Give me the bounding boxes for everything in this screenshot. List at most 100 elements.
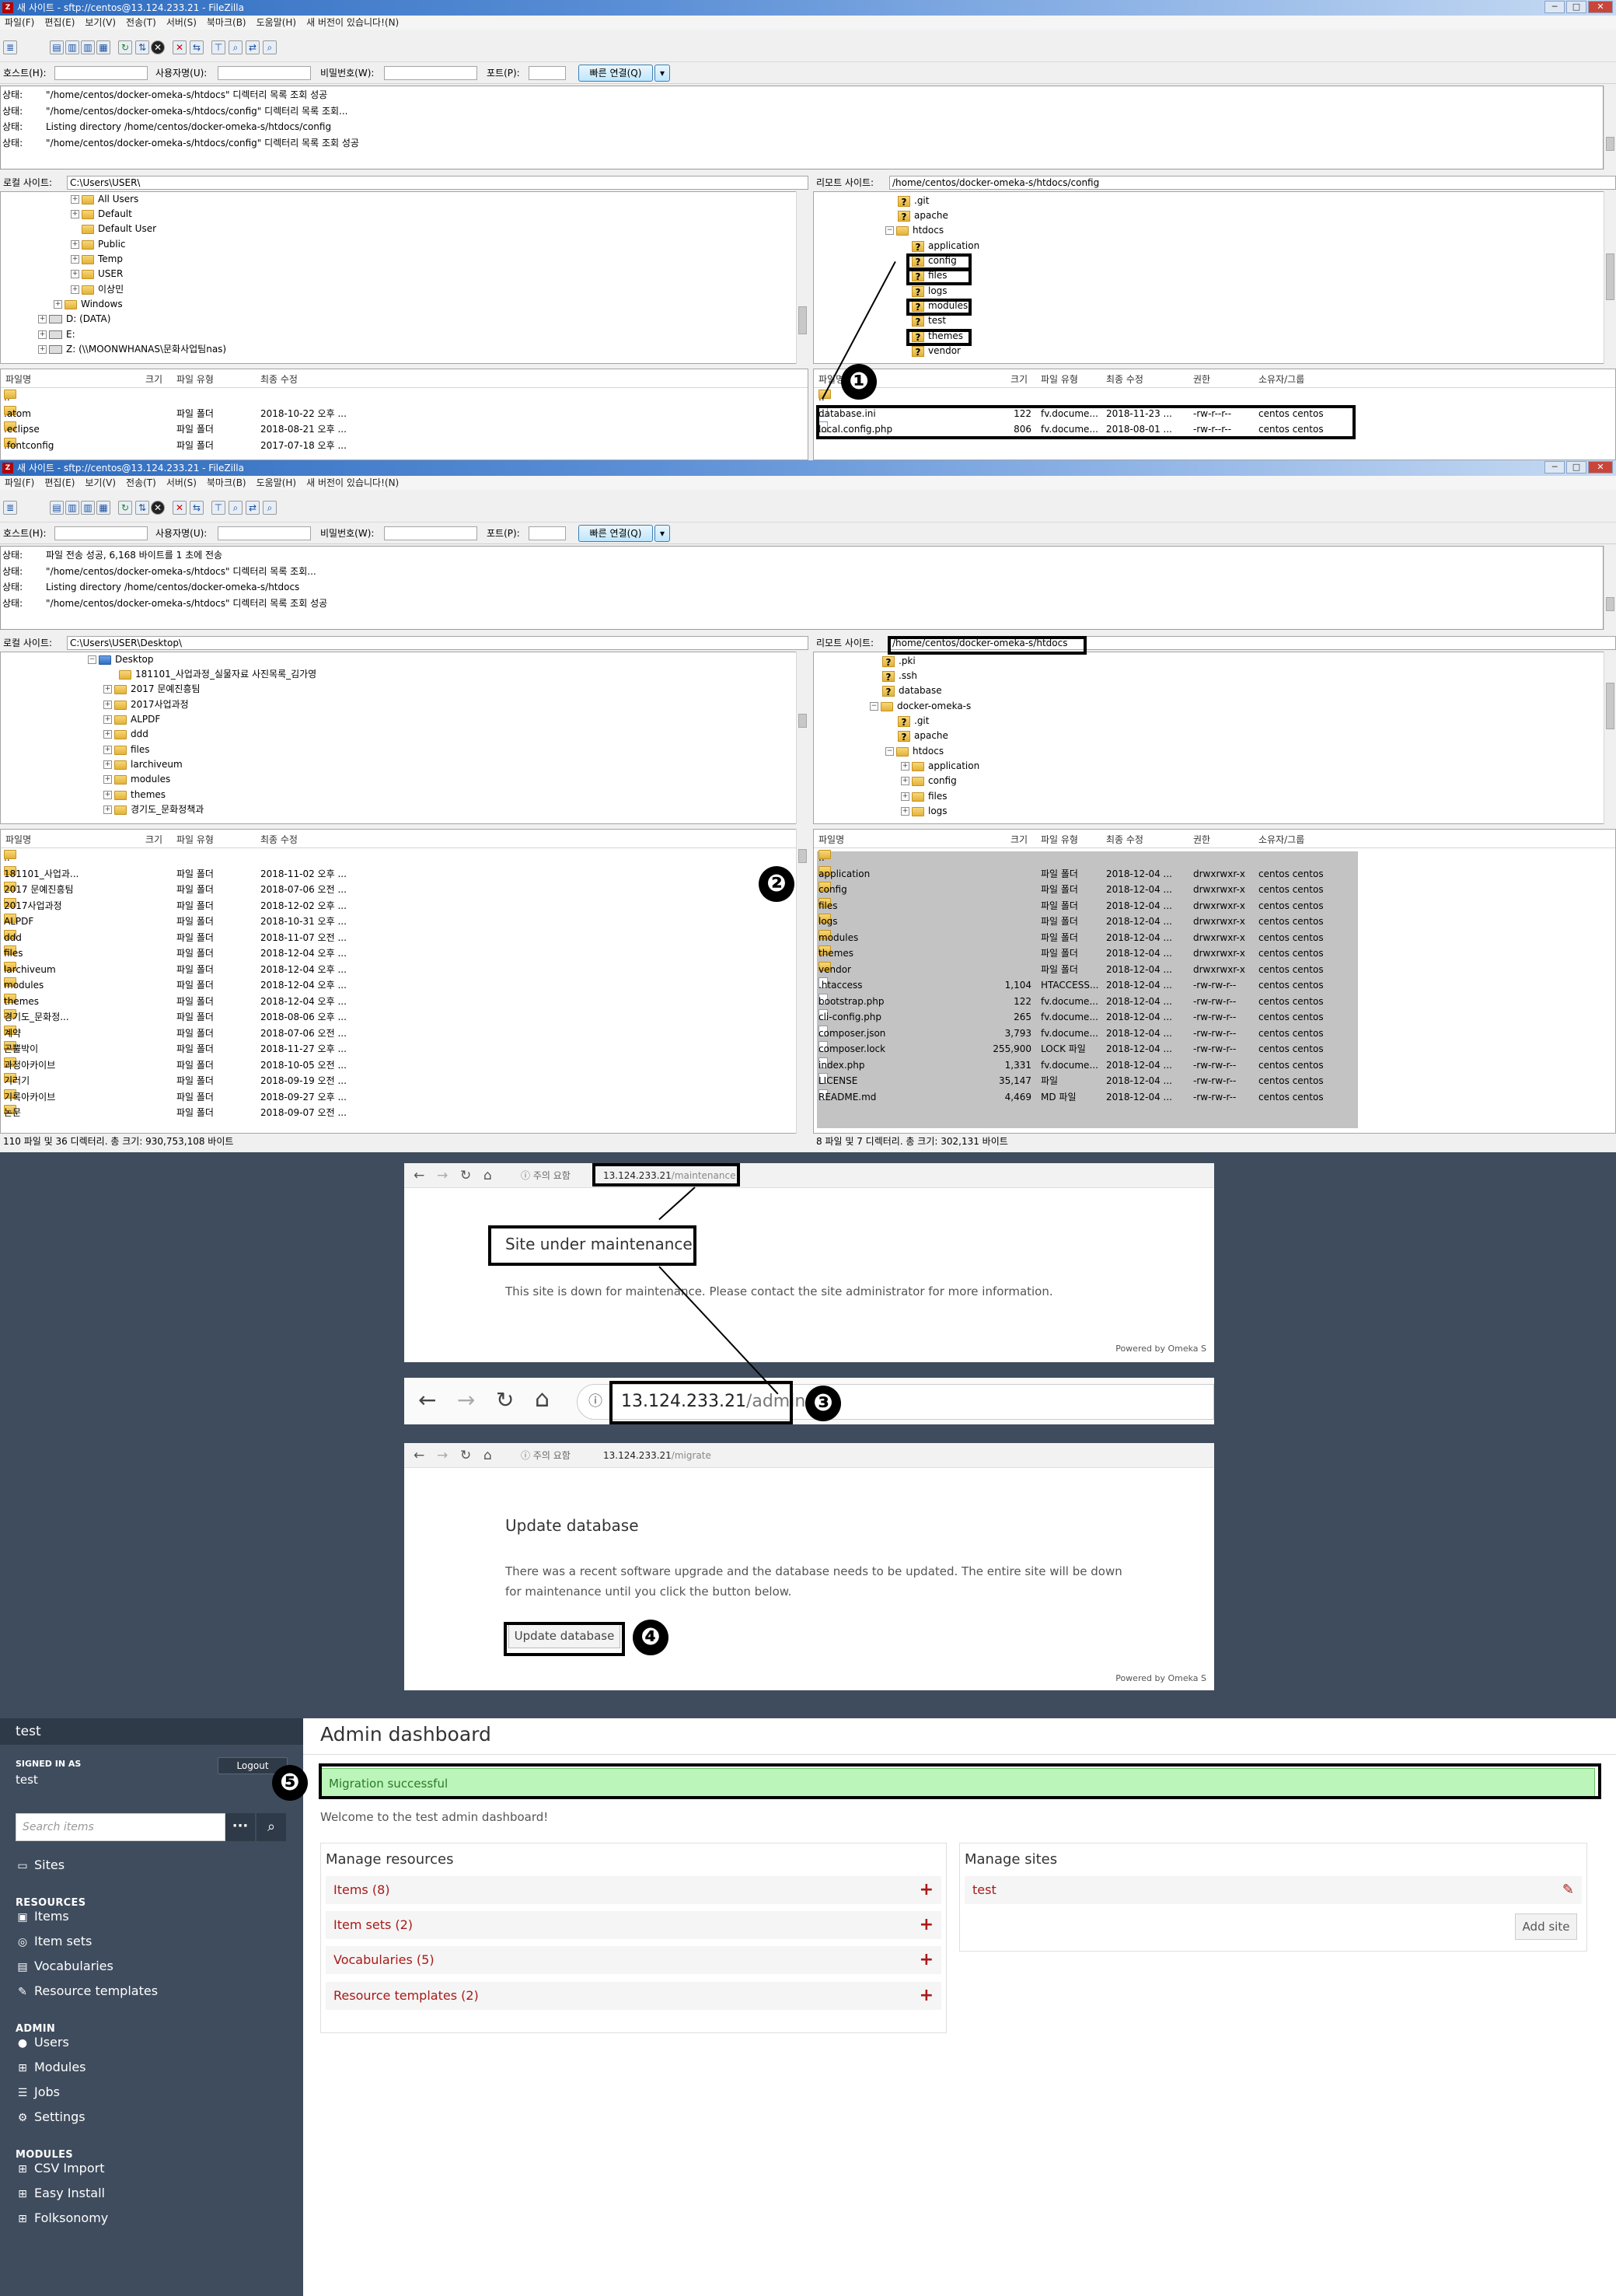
- tree-item[interactable]: ? apache: [898, 208, 948, 223]
- maximize-button[interactable]: □: [1566, 461, 1586, 474]
- user-input[interactable]: [218, 526, 311, 540]
- resource-row-item-sets[interactable]: Item sets (2) +: [326, 1911, 941, 1939]
- list-item[interactable]: themes 파일 폴더 2018-12-04 오후 ...: [1, 993, 808, 1010]
- local-path-input[interactable]: C:\Users\USER\: [67, 176, 808, 190]
- local-list-scrollbar[interactable]: [796, 829, 808, 1134]
- minimize-button[interactable]: ─: [1544, 461, 1565, 474]
- menu-transfer[interactable]: 전송(T): [126, 477, 156, 488]
- reconnect-icon[interactable]: ⇆: [190, 501, 204, 515]
- list-item[interactable]: 논문 파일 폴더 2018-09-07 오전 ...: [1, 1105, 808, 1121]
- home-icon[interactable]: ⌂: [483, 1443, 492, 1468]
- security-indicator[interactable]: ⓘ 주의 요함: [521, 1443, 571, 1468]
- tree-item[interactable]: + themes: [103, 788, 166, 802]
- list-item[interactable]: logs 파일 폴더 2018-12-04 ... drwxrwxr-x centos …: [814, 914, 1615, 930]
- filter-icon[interactable]: ⊤: [211, 40, 225, 54]
- tree-item[interactable]: ? logs: [912, 284, 948, 299]
- security-icon[interactable]: ⓘ: [588, 1385, 602, 1419]
- update-database-button[interactable]: Update database: [508, 1623, 620, 1648]
- tree-item[interactable]: ? .git: [898, 194, 929, 208]
- nav-easy-install[interactable]: ⊞ Easy Install: [16, 2185, 105, 2203]
- list-item[interactable]: local.config.php 806 fv.docume... 2018-08-0…: [814, 421, 1615, 438]
- list-item[interactable]: .htaccess 1,104 HTACCESS... 2018-12-04 ... -…: [814, 977, 1615, 994]
- search-input[interactable]: Search items: [16, 1813, 225, 1841]
- disconnect-icon[interactable]: ✕: [173, 40, 187, 54]
- toggle-queue-icon[interactable]: ▦: [96, 40, 110, 54]
- filter-icon[interactable]: ⊤: [211, 501, 225, 515]
- site-row[interactable]: test ✎: [965, 1876, 1582, 1904]
- local-path-input[interactable]: C:\Users\USER\Desktop\: [67, 636, 808, 650]
- address-bar[interactable]: ⓘ 13.124.233.21/admin: [577, 1384, 1214, 1420]
- list-item[interactable]: ..: [814, 850, 1615, 866]
- list-item[interactable]: README.md 4,469 MD 파일 2018-12-04 ... -rw-rw-…: [814, 1089, 1615, 1106]
- sync-browse-icon[interactable]: ⇄: [246, 40, 260, 54]
- list-item[interactable]: .eclipse 파일 폴더 2018-08-21 오후 ...: [1, 421, 808, 438]
- nav-item-sets[interactable]: ◎ Item sets: [16, 1933, 92, 1951]
- tree-item[interactable]: + larchiveum: [103, 757, 183, 772]
- menu-edit[interactable]: 편집(E): [44, 477, 75, 488]
- toggle-queue-icon[interactable]: ▦: [96, 501, 110, 515]
- menu-view[interactable]: 보기(V): [85, 17, 116, 28]
- add-icon[interactable]: +: [920, 1911, 934, 1939]
- search-icon[interactable]: ⌕: [263, 501, 277, 515]
- menu-bookmarks[interactable]: 북마크(B): [207, 477, 246, 488]
- nav-items[interactable]: ▣ Items: [16, 1908, 68, 1926]
- resource-row-vocabularies[interactable]: Vocabularies (5) +: [326, 1946, 941, 1974]
- refresh-icon[interactable]: ↻: [118, 40, 132, 54]
- forward-icon[interactable]: →: [437, 1443, 448, 1468]
- menu-transfer[interactable]: 전송(T): [126, 17, 156, 28]
- resource-row-templates[interactable]: Resource templates (2) +: [326, 1982, 941, 2010]
- search-icon[interactable]: ⌕: [263, 40, 277, 54]
- sync-browse-icon[interactable]: ⇄: [246, 501, 260, 515]
- list-item[interactable]: modules 파일 폴더 2018-12-04 오후 ...: [1, 977, 808, 994]
- disconnect-icon[interactable]: ✕: [173, 501, 187, 515]
- nav-jobs[interactable]: ☰ Jobs: [16, 2084, 60, 2102]
- tree-item[interactable]: + logs: [901, 804, 948, 819]
- list-item[interactable]: 기록아카이브 파일 폴더 2018-09-27 오후 ...: [1, 1089, 808, 1106]
- list-item[interactable]: bootstrap.php 122 fv.docume... 2018-12-04 .…: [814, 993, 1615, 1010]
- list-item[interactable]: ddd 파일 폴더 2018-11-07 오전 ...: [1, 929, 808, 946]
- site-title[interactable]: test: [0, 1718, 303, 1745]
- toggle-log-icon[interactable]: ▤: [50, 501, 64, 515]
- port-input[interactable]: [529, 66, 566, 80]
- tree-item[interactable]: + config: [901, 774, 957, 788]
- toggle-local-tree-icon[interactable]: ▥: [65, 40, 79, 54]
- log-scrollbar[interactable]: [1604, 546, 1616, 630]
- tree-item[interactable]: + 경기도_문화정책과: [103, 802, 204, 817]
- quickconnect-dropdown[interactable]: ▾: [654, 65, 670, 82]
- pencil-icon[interactable]: ✎: [1562, 1876, 1574, 1904]
- tree-item[interactable]: ? themes: [912, 329, 963, 344]
- list-item[interactable]: cli-config.php 265 fv.docume... 2018-12-04 …: [814, 1009, 1615, 1026]
- quickconnect-button[interactable]: 빠른 연결(Q): [578, 65, 653, 82]
- list-item[interactable]: .fontconfig 파일 폴더 2017-07-18 오후 ...: [1, 437, 808, 454]
- tree-item[interactable]: + E:: [38, 327, 75, 342]
- refresh-icon[interactable]: ↻: [118, 501, 132, 515]
- menu-new-version[interactable]: 새 버전이 있습니다!(N): [306, 477, 399, 488]
- site-manager-icon[interactable]: ≣: [3, 40, 17, 54]
- tree-item[interactable]: + application: [901, 759, 979, 774]
- tree-item[interactable]: ? apache: [898, 729, 948, 743]
- host-input[interactable]: [54, 526, 148, 540]
- list-item[interactable]: database.ini 122 fv.docume... 2018-11-23 ..…: [814, 405, 1615, 422]
- toggle-local-tree-icon[interactable]: ▥: [65, 501, 79, 515]
- reload-icon[interactable]: ↻: [460, 1163, 471, 1188]
- tree-item[interactable]: ? files: [912, 268, 948, 283]
- tree-item[interactable]: + files: [901, 789, 948, 804]
- reload-icon[interactable]: ↻: [496, 1387, 514, 1413]
- local-tree-scrollbar[interactable]: [796, 652, 808, 824]
- list-item[interactable]: index.php 1,331 fv.docume... 2018-12-04 ...…: [814, 1057, 1615, 1074]
- list-item[interactable]: ..: [1, 390, 808, 406]
- home-icon[interactable]: ⌂: [483, 1163, 492, 1188]
- compare-icon[interactable]: ⌕: [229, 501, 243, 515]
- tree-item[interactable]: ? test: [912, 313, 946, 328]
- tree-item[interactable]: + Windows: [54, 297, 123, 312]
- add-site-button[interactable]: Add site: [1515, 1913, 1577, 1940]
- tree-item[interactable]: − Desktop: [88, 652, 154, 667]
- list-item[interactable]: application 파일 폴더 2018-12-04 ... drwxrwxr-x…: [814, 865, 1615, 882]
- process-queue-icon[interactable]: ⇅: [135, 40, 149, 54]
- menu-new-version[interactable]: 새 버전이 있습니다!(N): [306, 17, 399, 28]
- search-button[interactable]: ⌕: [257, 1813, 286, 1841]
- menu-server[interactable]: 서버(S): [166, 17, 197, 28]
- tree-item[interactable]: + Z: (\\MOONWHANAS\문화사업팀nas): [38, 342, 226, 357]
- menu-view[interactable]: 보기(V): [85, 477, 116, 488]
- tree-item[interactable]: + All Users: [71, 192, 138, 207]
